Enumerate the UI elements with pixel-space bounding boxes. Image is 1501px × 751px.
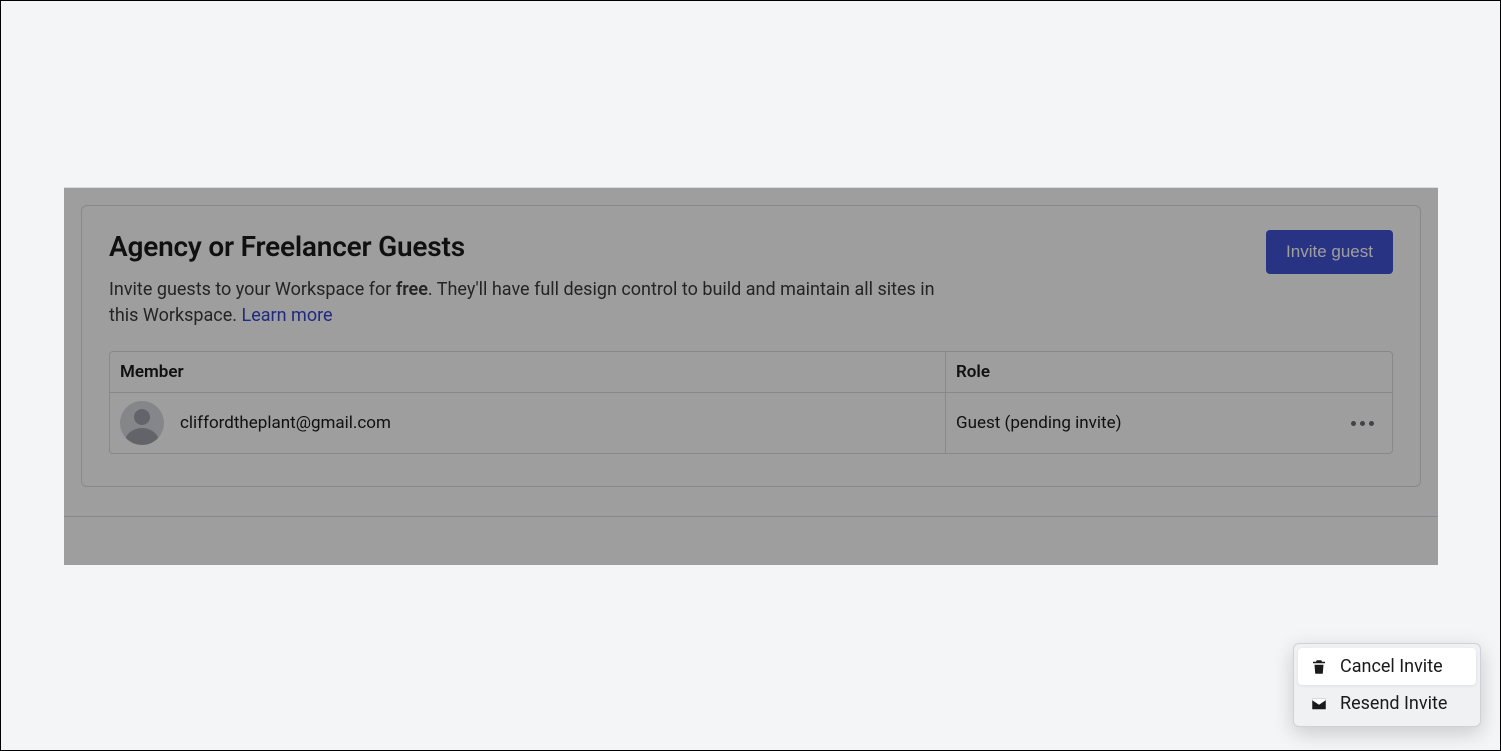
menu-item-label: Cancel Invite [1340,656,1443,677]
trash-icon [1310,658,1328,676]
row-actions-menu: Cancel Invite Resend Invite [1293,643,1481,727]
mail-icon [1310,695,1328,713]
menu-item-cancel-invite[interactable]: Cancel Invite [1298,648,1476,685]
modal-backdrop[interactable] [64,188,1438,565]
menu-item-resend-invite[interactable]: Resend Invite [1298,685,1476,722]
guests-panel: Agency or Freelancer Guests Invite guest… [64,187,1438,565]
menu-item-label: Resend Invite [1340,693,1447,714]
